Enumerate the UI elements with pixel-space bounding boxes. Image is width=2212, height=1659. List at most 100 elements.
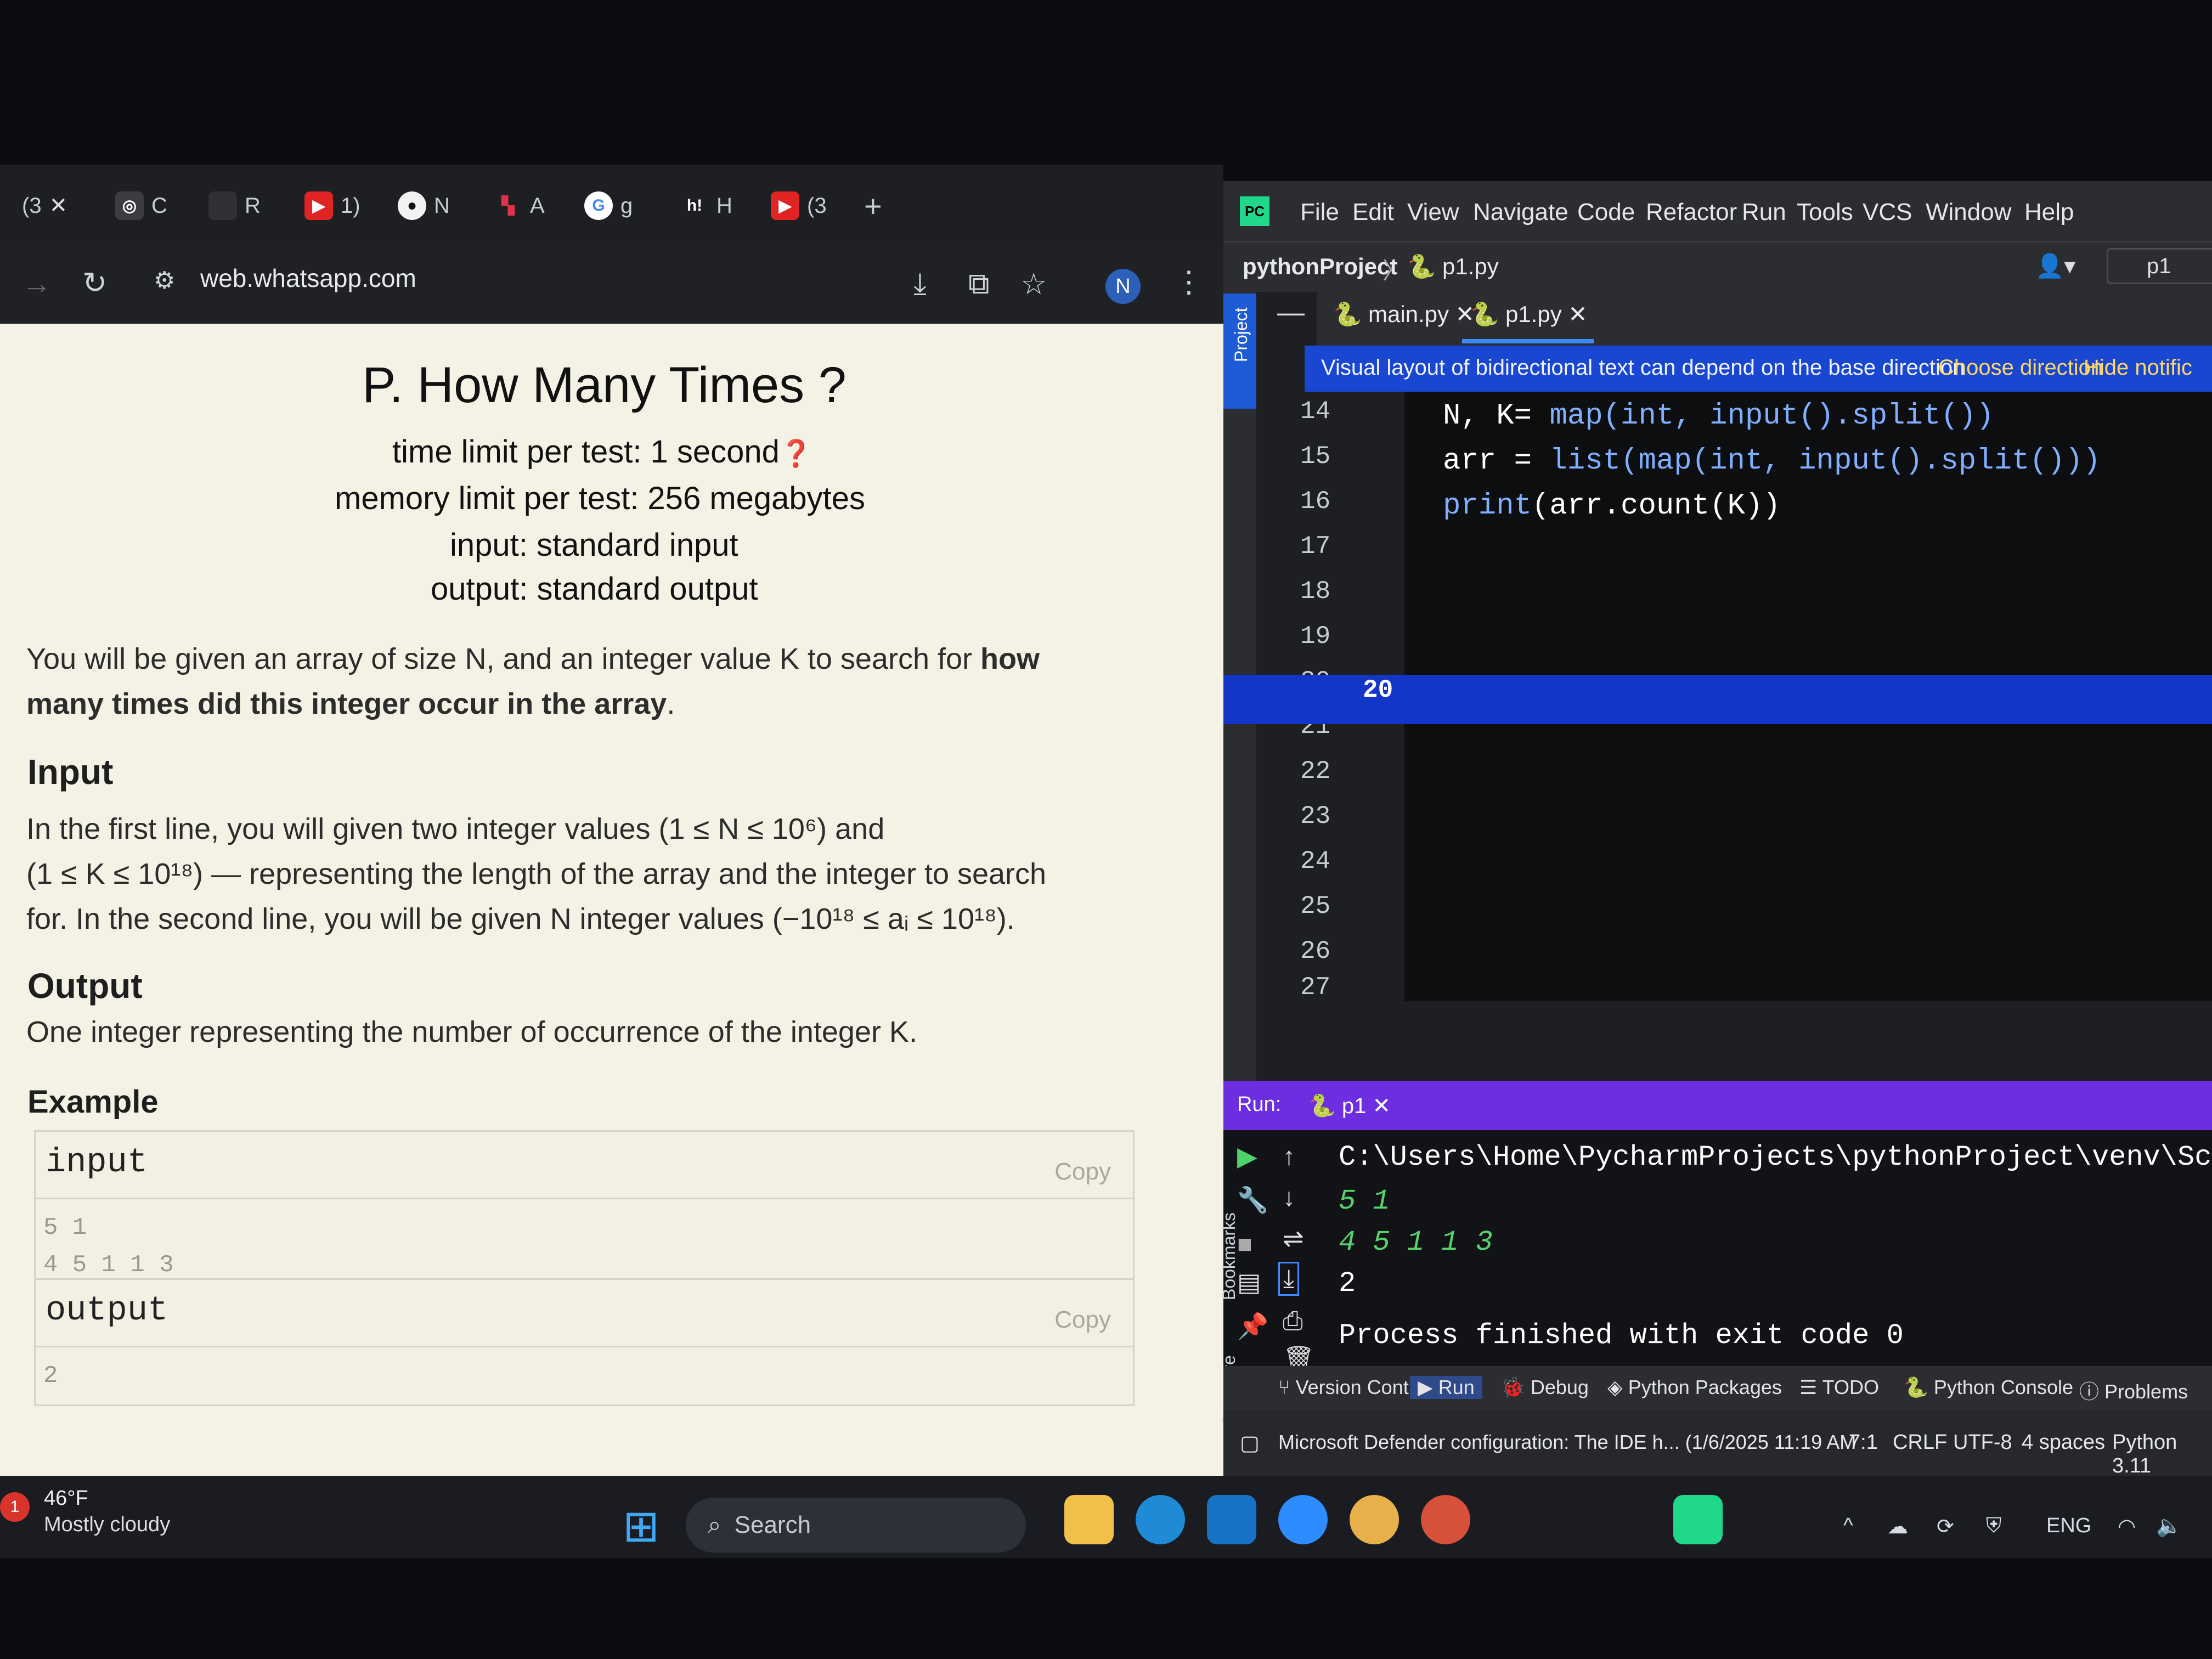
browser-tab[interactable]: ● N <box>398 176 450 236</box>
tab-main-py[interactable]: 🐍 main.py ✕ <box>1333 301 1475 328</box>
breadcrumb-project[interactable]: pythonProject <box>1243 253 1397 280</box>
code-line-15: arr = list(map(int, input().split())) <box>1443 444 2101 478</box>
status-message[interactable]: Microsoft Defender configuration: The ID… <box>1278 1431 1856 1454</box>
stop-icon[interactable]: ■ <box>1237 1229 1252 1259</box>
edge-icon[interactable] <box>1136 1495 1185 1544</box>
status-line-separator[interactable]: CRLF <box>1893 1431 1947 1454</box>
collapse-icon[interactable]: — <box>1277 296 1305 328</box>
status-interpreter[interactable]: Python 3.11 <box>2112 1431 2212 1478</box>
sync-icon[interactable]: ⟳ <box>1937 1514 1954 1539</box>
example-input-box: input Copy 5 1 4 5 1 1 3 <box>34 1130 1135 1295</box>
status-encoding[interactable]: UTF-8 <box>1953 1431 2012 1454</box>
file-explorer-icon[interactable] <box>1064 1495 1114 1544</box>
run-tab-p1[interactable]: 🐍 p1 ✕ <box>1308 1093 1391 1119</box>
pin-icon[interactable]: 📌 <box>1237 1311 1268 1341</box>
outlook-icon[interactable] <box>1207 1495 1256 1544</box>
python-console-tab[interactable]: 🐍 Python Console <box>1904 1376 2073 1399</box>
tab-p1-py[interactable]: 🐍 p1.py ✕ <box>1470 301 1588 328</box>
browser-tab[interactable]: h! H <box>680 176 732 236</box>
menu-vcs[interactable]: VCS <box>1863 199 1912 226</box>
version-control-tab[interactable]: ⑂ Version Control <box>1278 1376 1431 1399</box>
problems-tab[interactable]: ⓘ Problems <box>2079 1376 2188 1404</box>
weather-temperature[interactable]: 46°F <box>44 1487 88 1510</box>
todo-tab[interactable]: ☰ TODO <box>1799 1376 1879 1399</box>
onedrive-icon[interactable]: ☁ <box>1887 1514 1908 1539</box>
menu-window[interactable]: Window <box>1926 199 2012 226</box>
browser-tab[interactable]: G g <box>584 176 633 236</box>
run-config-selector[interactable]: p1 <box>2107 248 2212 284</box>
status-indent[interactable]: 4 spaces <box>2022 1431 2105 1454</box>
run-tool-tab[interactable]: ▶ Run <box>1410 1376 1482 1399</box>
menu-refactor[interactable]: Refactor <box>1646 199 1737 226</box>
up-arrow-icon[interactable]: ↑ <box>1283 1141 1295 1171</box>
site-settings-icon[interactable]: ⚙ <box>154 267 175 295</box>
line-number: 27 <box>1300 973 1331 1002</box>
hide-notification-link[interactable]: Hide notific <box>2084 356 2192 380</box>
volume-icon[interactable]: 🔈 <box>2156 1514 2182 1538</box>
line-number: 26 <box>1300 937 1331 966</box>
status-panel-icon[interactable]: ▢ <box>1240 1431 1260 1455</box>
browser-tab[interactable]: (3 ✕ <box>22 176 67 236</box>
down-arrow-icon[interactable]: ↓ <box>1283 1182 1295 1212</box>
new-tab-button[interactable]: + <box>864 176 882 236</box>
scroll-to-end-icon[interactable]: ⤓ <box>1278 1262 1300 1296</box>
language-indicator[interactable]: ENG <box>2046 1514 2091 1538</box>
browser-tab[interactable]: ◎ C <box>115 176 167 236</box>
menu-view[interactable]: View <box>1407 199 1459 226</box>
menu-edit[interactable]: Edit <box>1352 199 1394 226</box>
tab-icon <box>208 191 237 220</box>
security-icon[interactable]: ⛨ <box>1986 1514 2002 1538</box>
youtube-icon: ▶ <box>771 191 799 220</box>
menu-code[interactable]: Code <box>1577 199 1635 226</box>
editor-tabs: 🐍 main.py ✕ 🐍 p1.py ✕ <box>1317 291 2212 347</box>
wifi-icon[interactable]: ◠ <box>2118 1514 2136 1539</box>
status-caret-position[interactable]: 7:1 <box>1849 1431 1878 1454</box>
user-icon[interactable]: 👤▾ <box>2035 252 2075 280</box>
menu-tools[interactable]: Tools <box>1797 199 1853 226</box>
install-app-icon[interactable]: ⧉ <box>968 267 990 301</box>
profile-avatar[interactable]: N <box>1105 269 1141 304</box>
weather-description[interactable]: Mostly cloudy <box>44 1513 170 1537</box>
chrome-icon[interactable] <box>1350 1495 1399 1544</box>
menu-file[interactable]: File <box>1300 199 1339 226</box>
python-packages-tab[interactable]: ◈ Python Packages <box>1607 1376 1782 1399</box>
print-icon[interactable]: ⎙ <box>1283 1306 1303 1336</box>
pycharm-taskbar-icon[interactable] <box>1673 1495 1723 1544</box>
close-tab-icon[interactable]: ✕ <box>1568 301 1587 327</box>
menu-run[interactable]: Run <box>1742 199 1786 226</box>
run-console[interactable]: ▶ 🔧 ■ ▤ 📌 ↑ ↓ ⇌ ⤓ ⎙ 🗑 C:\Users\Home\Pych… <box>1223 1130 2212 1373</box>
chrome-profile-icon[interactable] <box>1421 1495 1470 1544</box>
copy-input-button[interactable]: Copy <box>1054 1158 1111 1186</box>
project-side-label[interactable]: Project <box>1231 307 1251 362</box>
debug-tab[interactable]: 🐞 Debug <box>1500 1376 1589 1399</box>
tool-window-bar: ⑂ Version Control ▶ Run 🐞 Debug ◈ Python… <box>1223 1366 2212 1410</box>
wrench-icon[interactable]: 🔧 <box>1237 1185 1268 1215</box>
zoom-icon[interactable] <box>1278 1495 1328 1544</box>
download-icon[interactable]: ⤓ <box>913 267 927 301</box>
breadcrumb-file[interactable]: 🐍 p1.py <box>1407 253 1499 280</box>
browser-tab[interactable]: ▚ A <box>494 176 544 236</box>
browser-tab[interactable]: R <box>208 176 261 236</box>
soft-wrap-icon[interactable]: ⇌ <box>1283 1223 1304 1253</box>
layout-icon[interactable]: ▤ <box>1237 1267 1261 1297</box>
help-icon[interactable]: ❓ <box>780 439 812 469</box>
browser-tab[interactable]: ▶ 1) <box>304 176 360 236</box>
windows-start-icon[interactable]: ⊞ <box>623 1500 659 1551</box>
choose-direction-link[interactable]: Choose direction <box>1938 356 2103 380</box>
console-input-line-2: 4 5 1 1 3 <box>1339 1226 1493 1259</box>
more-menu-icon[interactable]: ⋮ <box>1174 264 1204 299</box>
copy-output-button[interactable]: Copy <box>1054 1306 1111 1334</box>
rerun-icon[interactable]: ▶ <box>1237 1141 1257 1172</box>
bookmarks-side-label[interactable]: Bookmarks <box>1219 1212 1239 1300</box>
bookmark-star-icon[interactable]: ☆ <box>1020 267 1047 301</box>
input-heading: Input <box>27 752 114 792</box>
taskbar-search[interactable]: ⌕ Search <box>686 1498 1026 1553</box>
reload-icon[interactable]: ↻ <box>82 266 107 300</box>
tray-expand-icon[interactable]: ^ <box>1843 1514 1853 1538</box>
address-bar[interactable]: web.whatsapp.com <box>200 263 416 293</box>
menu-navigate[interactable]: Navigate <box>1473 199 1568 226</box>
forward-icon[interactable]: → <box>22 267 52 301</box>
browser-tab[interactable]: ▶ (3 <box>771 176 827 236</box>
close-tab-icon[interactable]: ✕ <box>49 193 68 218</box>
menu-help[interactable]: Help <box>2024 199 2074 226</box>
